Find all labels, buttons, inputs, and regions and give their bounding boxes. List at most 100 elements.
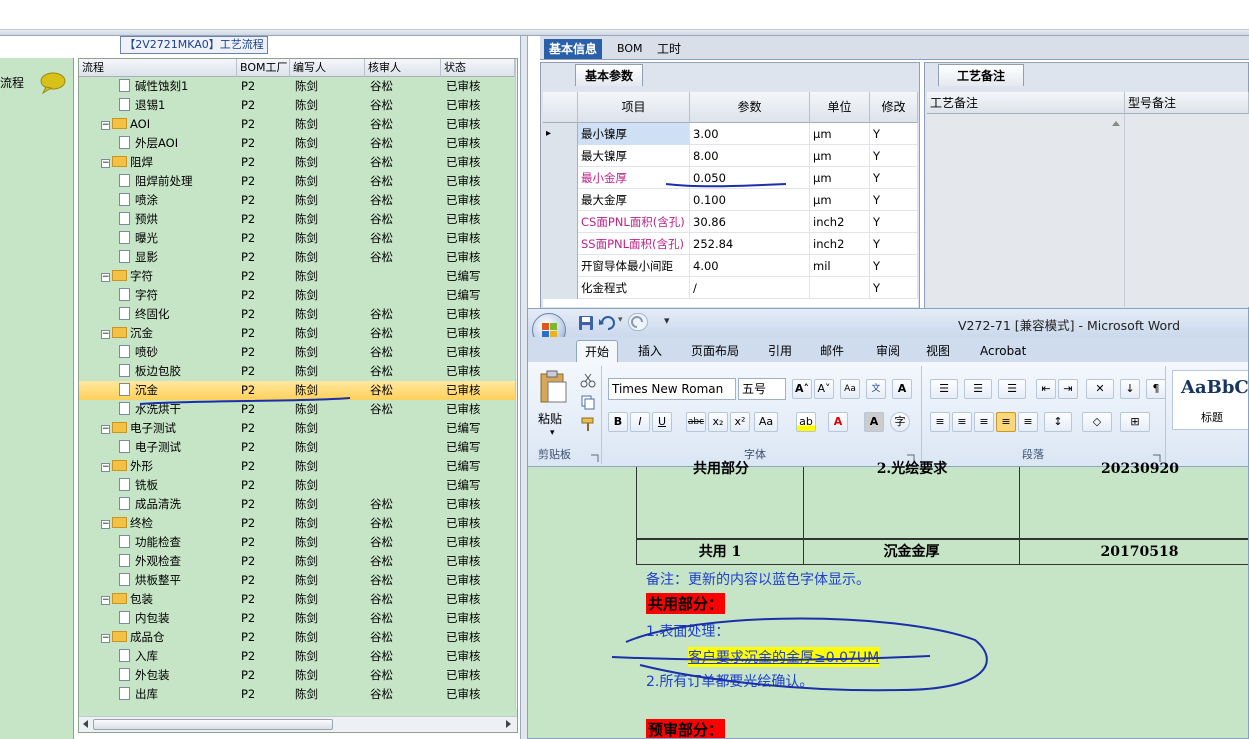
numbering-icon[interactable]: ☰ — [964, 379, 992, 399]
tree-node[interactable]: 沉金 P2 陈剑 谷松 已审核 — [79, 381, 517, 400]
document-page[interactable]: 共用部分 2.光绘要求 20230920 共用 1 沉金金厚 20170518 … — [588, 461, 1248, 738]
param-row[interactable]: SS面PNL面积(含孔) 252.84 inch2 Y — [543, 233, 918, 255]
undo-icon[interactable] — [598, 315, 616, 331]
tree-node-group[interactable]: − AOI P2 陈剑 谷松 已审核 — [79, 115, 517, 134]
strikethrough-icon[interactable]: abc — [686, 412, 706, 432]
tab-acrobat[interactable]: Acrobat — [972, 340, 1034, 362]
row-indicator[interactable] — [543, 167, 578, 189]
param-value-cell[interactable]: 252.84 — [690, 233, 810, 255]
collapse-icon[interactable]: − — [101, 121, 110, 130]
param-modify-cell[interactable]: Y — [870, 211, 918, 233]
row-indicator[interactable] — [543, 233, 578, 255]
collapse-icon[interactable]: − — [101, 425, 110, 434]
model-remark-text[interactable] — [1125, 114, 1249, 307]
param-item-cell[interactable]: 最小镍厚 — [578, 123, 690, 145]
col-item[interactable]: 项目 — [578, 92, 690, 123]
param-row[interactable]: 开窗导体最小间距 4.00 mil Y — [543, 255, 918, 277]
tab-basic-params[interactable]: 基本参数 — [575, 64, 643, 86]
tree-node-group[interactable]: − 沉金 P2 陈剑 谷松 已审核 — [79, 324, 517, 343]
col-param[interactable]: 参数 — [690, 92, 810, 123]
tree-node[interactable]: 入库 P2 陈剑 谷松 已审核 — [79, 647, 517, 666]
param-modify-cell[interactable]: Y — [870, 123, 918, 145]
param-modify-cell[interactable]: Y — [870, 145, 918, 167]
tab-bom[interactable]: BOM — [612, 39, 648, 59]
tab-review[interactable]: 审阅 — [868, 340, 908, 362]
param-item-cell[interactable]: CS面PNL面积(含孔) — [578, 211, 690, 233]
undo-dropdown-icon[interactable]: ▾ — [618, 315, 623, 325]
font-name-box[interactable]: Times New Roman — [608, 378, 736, 400]
col-writer[interactable]: 编写人 — [290, 59, 365, 77]
borders-icon[interactable]: ⊞ — [1120, 412, 1150, 432]
collapse-icon[interactable]: − — [101, 634, 110, 643]
dialog-launcher-icon[interactable] — [590, 454, 599, 463]
param-value-cell[interactable]: 0.100 — [690, 189, 810, 211]
distributed-icon[interactable]: ≡ — [1018, 412, 1038, 432]
sort-icon[interactable]: ↓ — [1120, 379, 1140, 399]
tree-vertical-scrollbar[interactable] — [515, 59, 518, 709]
tree-node[interactable]: 出库 P2 陈剑 谷松 已审核 — [79, 685, 517, 704]
collapse-icon[interactable]: − — [101, 520, 110, 529]
multilevel-list-icon[interactable]: ☰ — [998, 379, 1026, 399]
param-modify-cell[interactable]: Y — [870, 167, 918, 189]
scroll-thumb[interactable] — [93, 719, 333, 730]
param-item-cell[interactable]: 最小金厚 — [578, 167, 690, 189]
tree-node-group[interactable]: − 外形 P2 陈剑 已编写 — [79, 457, 517, 476]
style-heading[interactable]: AaBbC 标题 — [1172, 370, 1248, 430]
tab-view[interactable]: 视图 — [918, 340, 958, 362]
decrease-indent-icon[interactable]: ⇤ — [1036, 379, 1056, 399]
tree-node[interactable]: 预烘 P2 陈剑 谷松 已审核 — [79, 210, 517, 229]
tree-node[interactable]: 显影 P2 陈剑 谷松 已审核 — [79, 248, 517, 267]
tree-node[interactable]: 阻焊前处理 P2 陈剑 谷松 已审核 — [79, 172, 517, 191]
col-unit[interactable]: 单位 — [810, 92, 870, 123]
param-modify-cell[interactable]: Y — [870, 189, 918, 211]
show-marks-icon[interactable]: ¶ — [1146, 379, 1166, 399]
tree-node[interactable]: 外包装 P2 陈剑 谷松 已审核 — [79, 666, 517, 685]
highlight-icon[interactable]: ab — [796, 412, 816, 432]
col-model-remark[interactable]: 型号备注 — [1125, 92, 1249, 114]
shrink-font-icon[interactable]: A˅ — [814, 379, 834, 399]
tree-node-group[interactable]: − 字符 P2 陈剑 已编写 — [79, 267, 517, 286]
tree-node[interactable]: 板边包胶 P2 陈剑 谷松 已审核 — [79, 362, 517, 381]
col-status[interactable]: 状态 — [441, 59, 515, 77]
param-row[interactable]: CS面PNL面积(含孔) 30.86 inch2 Y — [543, 211, 918, 233]
collapse-icon[interactable]: − — [101, 330, 110, 339]
tree-node-group[interactable]: − 电子测试 P2 陈剑 已编写 — [79, 419, 517, 438]
tab-home[interactable]: 开始 — [576, 340, 619, 362]
param-unit-cell[interactable]: inch2 — [810, 211, 870, 233]
superscript-icon[interactable]: x² — [730, 412, 750, 432]
param-row[interactable]: 化金程式 / Y — [543, 277, 918, 299]
cut-icon[interactable] — [580, 372, 596, 388]
param-unit-cell[interactable] — [810, 277, 870, 299]
collapse-icon[interactable]: − — [101, 463, 110, 472]
bold-icon[interactable]: B — [608, 412, 628, 432]
col-flow[interactable]: 流程 — [79, 59, 237, 77]
tree-node[interactable]: 曝光 P2 陈剑 谷松 已审核 — [79, 229, 517, 248]
row-indicator[interactable] — [543, 255, 578, 277]
change-case-icon[interactable]: Aa — [754, 412, 778, 432]
param-row[interactable]: ▸ 最小镍厚 3.00 μm Y — [543, 123, 918, 145]
tree-node[interactable]: 喷砂 P2 陈剑 谷松 已审核 — [79, 343, 517, 362]
param-modify-cell[interactable]: Y — [870, 255, 918, 277]
row-indicator[interactable] — [543, 277, 578, 299]
param-item-cell[interactable]: 最大金厚 — [578, 189, 690, 211]
col-process-remark[interactable]: 工艺备注 — [927, 92, 1125, 114]
param-unit-cell[interactable]: μm — [810, 167, 870, 189]
param-unit-cell[interactable]: μm — [810, 145, 870, 167]
param-row[interactable]: 最大镍厚 8.00 μm Y — [543, 145, 918, 167]
tree-node[interactable]: 外层AOI P2 陈剑 谷松 已审核 — [79, 134, 517, 153]
bullets-icon[interactable]: ☰ — [930, 379, 958, 399]
param-unit-cell[interactable]: mil — [810, 255, 870, 277]
param-value-cell[interactable]: 30.86 — [690, 211, 810, 233]
customize-toolbar-icon[interactable]: ▾ — [664, 314, 670, 327]
tab-page-layout[interactable]: 页面布局 — [683, 340, 747, 362]
paste-label[interactable]: 粘贴 — [538, 410, 562, 427]
scroll-up-icon[interactable] — [516, 59, 518, 75]
clear-format-icon[interactable]: Aa — [840, 379, 860, 399]
shading-icon[interactable]: ◇ — [1082, 412, 1112, 432]
tab-references[interactable]: 引用 — [760, 340, 800, 362]
param-value-cell[interactable]: 8.00 — [690, 145, 810, 167]
asian-layout-icon[interactable]: ✕ — [1086, 379, 1114, 399]
param-modify-cell[interactable]: Y — [870, 277, 918, 299]
font-size-box[interactable]: 五号 — [738, 378, 786, 400]
tree-node[interactable]: 水洗烘干 P2 陈剑 谷松 已审核 — [79, 400, 517, 419]
